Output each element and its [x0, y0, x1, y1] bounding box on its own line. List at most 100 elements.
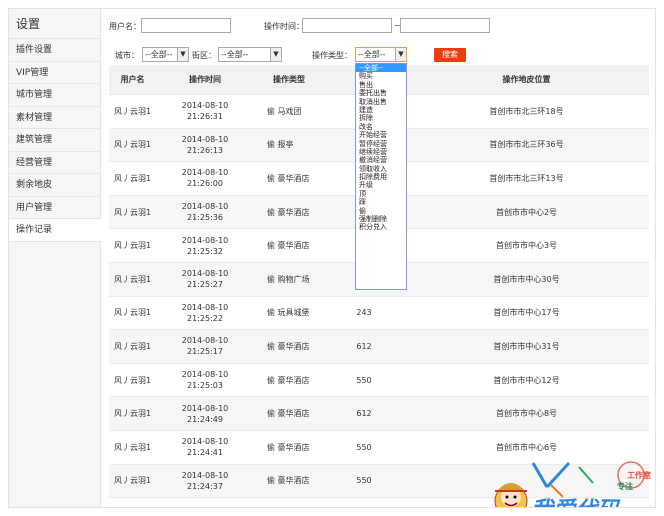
header-time[interactable]: 操作时间 [156, 65, 254, 94]
sidebar-item-users[interactable]: 用户管理 [9, 197, 100, 219]
cell-username: 风丿云羽1 [113, 241, 152, 251]
cell-time: 2014-08-10 21:25:17 [156, 330, 254, 363]
header-type[interactable]: 操作类型 [254, 65, 324, 94]
cell-date: 2014-08-10 [181, 134, 229, 144]
cell-type-text: 偷 报亭 [267, 140, 294, 150]
sidebar-item-vip[interactable]: VIP管理 [9, 62, 100, 84]
cell-type: 偷 豪华酒店 [254, 162, 324, 195]
cell-operation-value: 550 [356, 375, 372, 385]
cell-type: 偷 购物广场 [254, 263, 324, 296]
table-row: 风丿云羽1 2014-08-10 21:25:17 偷 豪华酒店 612 首创市市中心31… [109, 330, 649, 364]
cell-type-text: 偷 玩具城堡 [267, 308, 310, 318]
dropdown-option[interactable]: 继续经营 [356, 148, 406, 156]
dropdown-option[interactable]: 顶 [356, 190, 406, 198]
watermark-text: 我爱代码 [531, 498, 621, 508]
cell-date: 2014-08-10 [181, 370, 229, 380]
cell-date: 2014-08-10 [181, 101, 229, 111]
cell-date: 2014-08-10 [181, 202, 229, 212]
optype-dropdown-list: --全部-- 购买 售出 委托出售 取消出售 建造 拆除 改名 开始经营 暂停经营 继续经营 撤消经营… [355, 63, 407, 290]
dropdown-option[interactable]: 强制删除 [356, 215, 406, 223]
dropdown-option[interactable]: 升级 [356, 181, 406, 189]
dropdown-option[interactable]: 开始经营 [356, 131, 406, 139]
cell-type: 偷 豪华酒店 [254, 229, 324, 262]
sidebar-item-remaining-land[interactable]: 剩余地皮 [9, 174, 100, 197]
cell-clock: 21:24:41 [187, 448, 223, 458]
dropdown-option[interactable]: 建造 [356, 106, 406, 114]
sidebar-item-building[interactable]: 建筑管理 [9, 129, 100, 152]
cell-type: 偷 豪华酒店 [254, 465, 324, 498]
dropdown-option[interactable]: 扣除费用 [356, 173, 406, 181]
time-label: 操作时间： [264, 22, 304, 31]
cell-type-text: 偷 豪华酒店 [267, 173, 310, 183]
city-select[interactable]: --全部-- ▼ [142, 47, 189, 62]
dropdown-option[interactable]: 改名 [356, 123, 406, 131]
watermark-stamp-text: 工作室 [627, 470, 651, 480]
cell-username: 风丿云羽1 [109, 498, 156, 507]
header-location[interactable]: 操作地皮位置 [404, 65, 649, 94]
username-label: 用户名： [109, 22, 141, 31]
sidebar-item-material[interactable]: 素材管理 [9, 107, 100, 129]
cell-type-text: 偷 豪华酒店 [267, 442, 310, 452]
cell-date: 2014-08-10 [181, 403, 229, 413]
cell-operation-value: 550 [324, 498, 404, 507]
cell-time: 2014-08-10 21:26:00 [156, 162, 254, 195]
optype-label: 操作类型： [312, 51, 352, 60]
chevron-down-icon: ▼ [177, 48, 188, 61]
cell-date: 2014-08-10 [181, 470, 229, 480]
dropdown-option[interactable]: 偷 [356, 207, 406, 215]
search-button[interactable]: 搜索 [434, 48, 466, 62]
watermark-logo: 工作室 专注 我爱代码 [494, 461, 651, 508]
dropdown-option[interactable]: 踩 [356, 198, 406, 206]
dropdown-option[interactable]: --全部-- [356, 64, 406, 73]
cell-username: 风丿云羽1 [113, 442, 152, 452]
district-select[interactable]: --全部-- ▼ [218, 47, 282, 62]
dropdown-option[interactable]: 取消出售 [356, 98, 406, 106]
cell-type-text: 偷 豪华酒店 [267, 207, 310, 217]
cell-type: 偷 马戏团 [254, 95, 324, 128]
dropdown-option[interactable]: 购买 [356, 72, 406, 80]
cell-clock: 21:25:22 [187, 313, 223, 323]
dropdown-option[interactable]: 积分兑入 [356, 223, 406, 231]
cell-type: 偷 豪华酒店 [254, 397, 324, 430]
username-input[interactable] [141, 18, 231, 33]
cell-date: 2014-08-10 [181, 437, 229, 447]
optype-select[interactable]: --全部-- ▼ [355, 47, 407, 62]
dropdown-option[interactable]: 委托出售 [356, 89, 406, 97]
dropdown-option[interactable]: 售出 [356, 81, 406, 89]
city-select-value: --全部-- [145, 50, 173, 59]
cell-username: 风丿云羽1 [113, 173, 152, 183]
sidebar-item-business[interactable]: 经营管理 [9, 152, 100, 174]
table-row: 风丿云羽1 2014-08-10 21:25:03 偷 豪华酒店 550 首创市市中心12… [109, 364, 649, 398]
cell-clock: 21:26:00 [187, 179, 223, 189]
cell-location: 首创市市中心8号 [495, 409, 558, 419]
sidebar-item-city[interactable]: 城市管理 [9, 84, 100, 107]
cell-location: 首创市市中心12号 [493, 375, 560, 385]
cell-type-text: 偷 豪华酒店 [267, 341, 310, 351]
cell-date: 2014-08-10 [181, 168, 229, 178]
table-row: 风丿云羽1 2014-08-10 21:25:22 偷 玩具城堡 243 首创市市中心17… [109, 297, 649, 331]
dropdown-option[interactable]: 领取收入 [356, 165, 406, 173]
cell-location: 首创市市中心3号 [495, 241, 558, 251]
cell-location: 首创市市中心31号 [493, 341, 560, 351]
end-time-input[interactable] [400, 18, 490, 33]
cell-time: 2014-08-10 21:25:36 [156, 196, 254, 229]
header-username[interactable]: 用户名 [109, 65, 156, 94]
cell-type: 偷 豪华酒 [254, 498, 324, 507]
cell-date: 2014-08-10 [181, 336, 229, 346]
sidebar-item-plugin-settings[interactable]: 插件设置 [9, 39, 100, 62]
cell-username: 风丿云羽1 [113, 207, 152, 217]
cell-type: 偷 豪华酒店 [254, 196, 324, 229]
cell-type-text: 偷 豪华酒店 [267, 476, 310, 486]
dropdown-option[interactable]: 暂停经营 [356, 140, 406, 148]
dropdown-option[interactable]: 撤消经营 [356, 156, 406, 164]
cell-type-text: 偷 购物广场 [267, 274, 310, 284]
chevron-down-icon: ▼ [270, 48, 281, 61]
settings-panel: 设置 插件设置 VIP管理 城市管理 素材管理 建筑管理 经营管理 剩余地皮 用… [8, 8, 656, 508]
start-time-input[interactable] [302, 18, 392, 33]
cell-type: 偷 玩具城堡 [254, 297, 324, 330]
dropdown-option[interactable]: 拆除 [356, 114, 406, 122]
sidebar-item-operation-log[interactable]: 操作记录 [9, 219, 101, 242]
cell-type-text: 偷 豪华酒店 [267, 409, 310, 419]
cell-time: 2014-08-10 21:25:03 [156, 364, 254, 397]
cell-location: 首创市市中心30号 [493, 274, 560, 284]
